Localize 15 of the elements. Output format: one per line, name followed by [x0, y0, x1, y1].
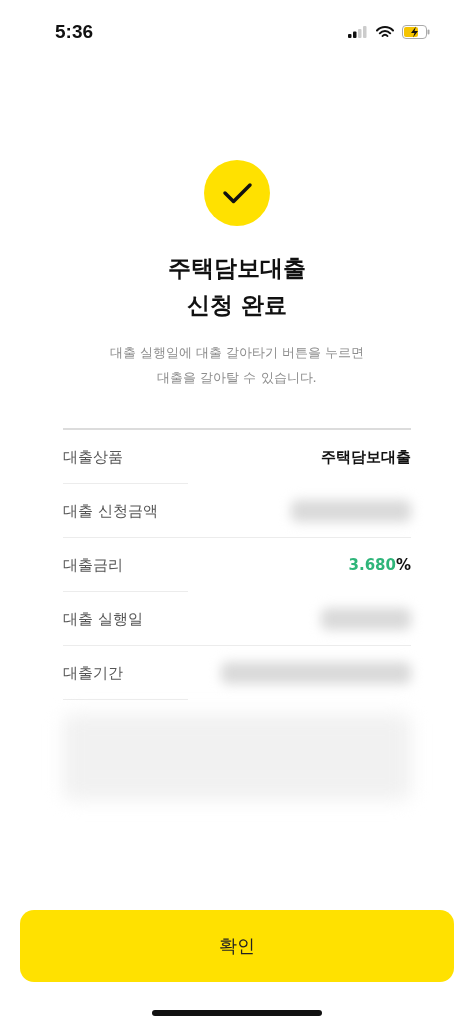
wifi-icon — [376, 25, 394, 39]
description-text: 대출 실행일에 대출 갈아타기 버튼을 누르면 대출을 갈아탈 수 있습니다. — [109, 344, 365, 387]
detail-label: 대출금리 — [63, 555, 123, 575]
signal-icon — [348, 26, 368, 38]
detail-label: 대출 실행일 — [63, 609, 143, 629]
detail-label: 대출상품 — [63, 447, 123, 467]
check-icon — [204, 160, 270, 226]
detail-label: 대출기간 — [63, 663, 123, 683]
status-time: 5:36 — [55, 21, 94, 43]
interest-rate: 3.680% — [348, 556, 411, 574]
page-title: 주택담보대출 신청 완료 — [168, 254, 306, 320]
detail-value: 주택담보대출 — [321, 447, 411, 467]
confirm-button[interactable]: 확인 — [20, 910, 454, 982]
battery-charging-icon — [402, 25, 430, 39]
detail-label: 대출 신청금액 — [63, 501, 158, 521]
